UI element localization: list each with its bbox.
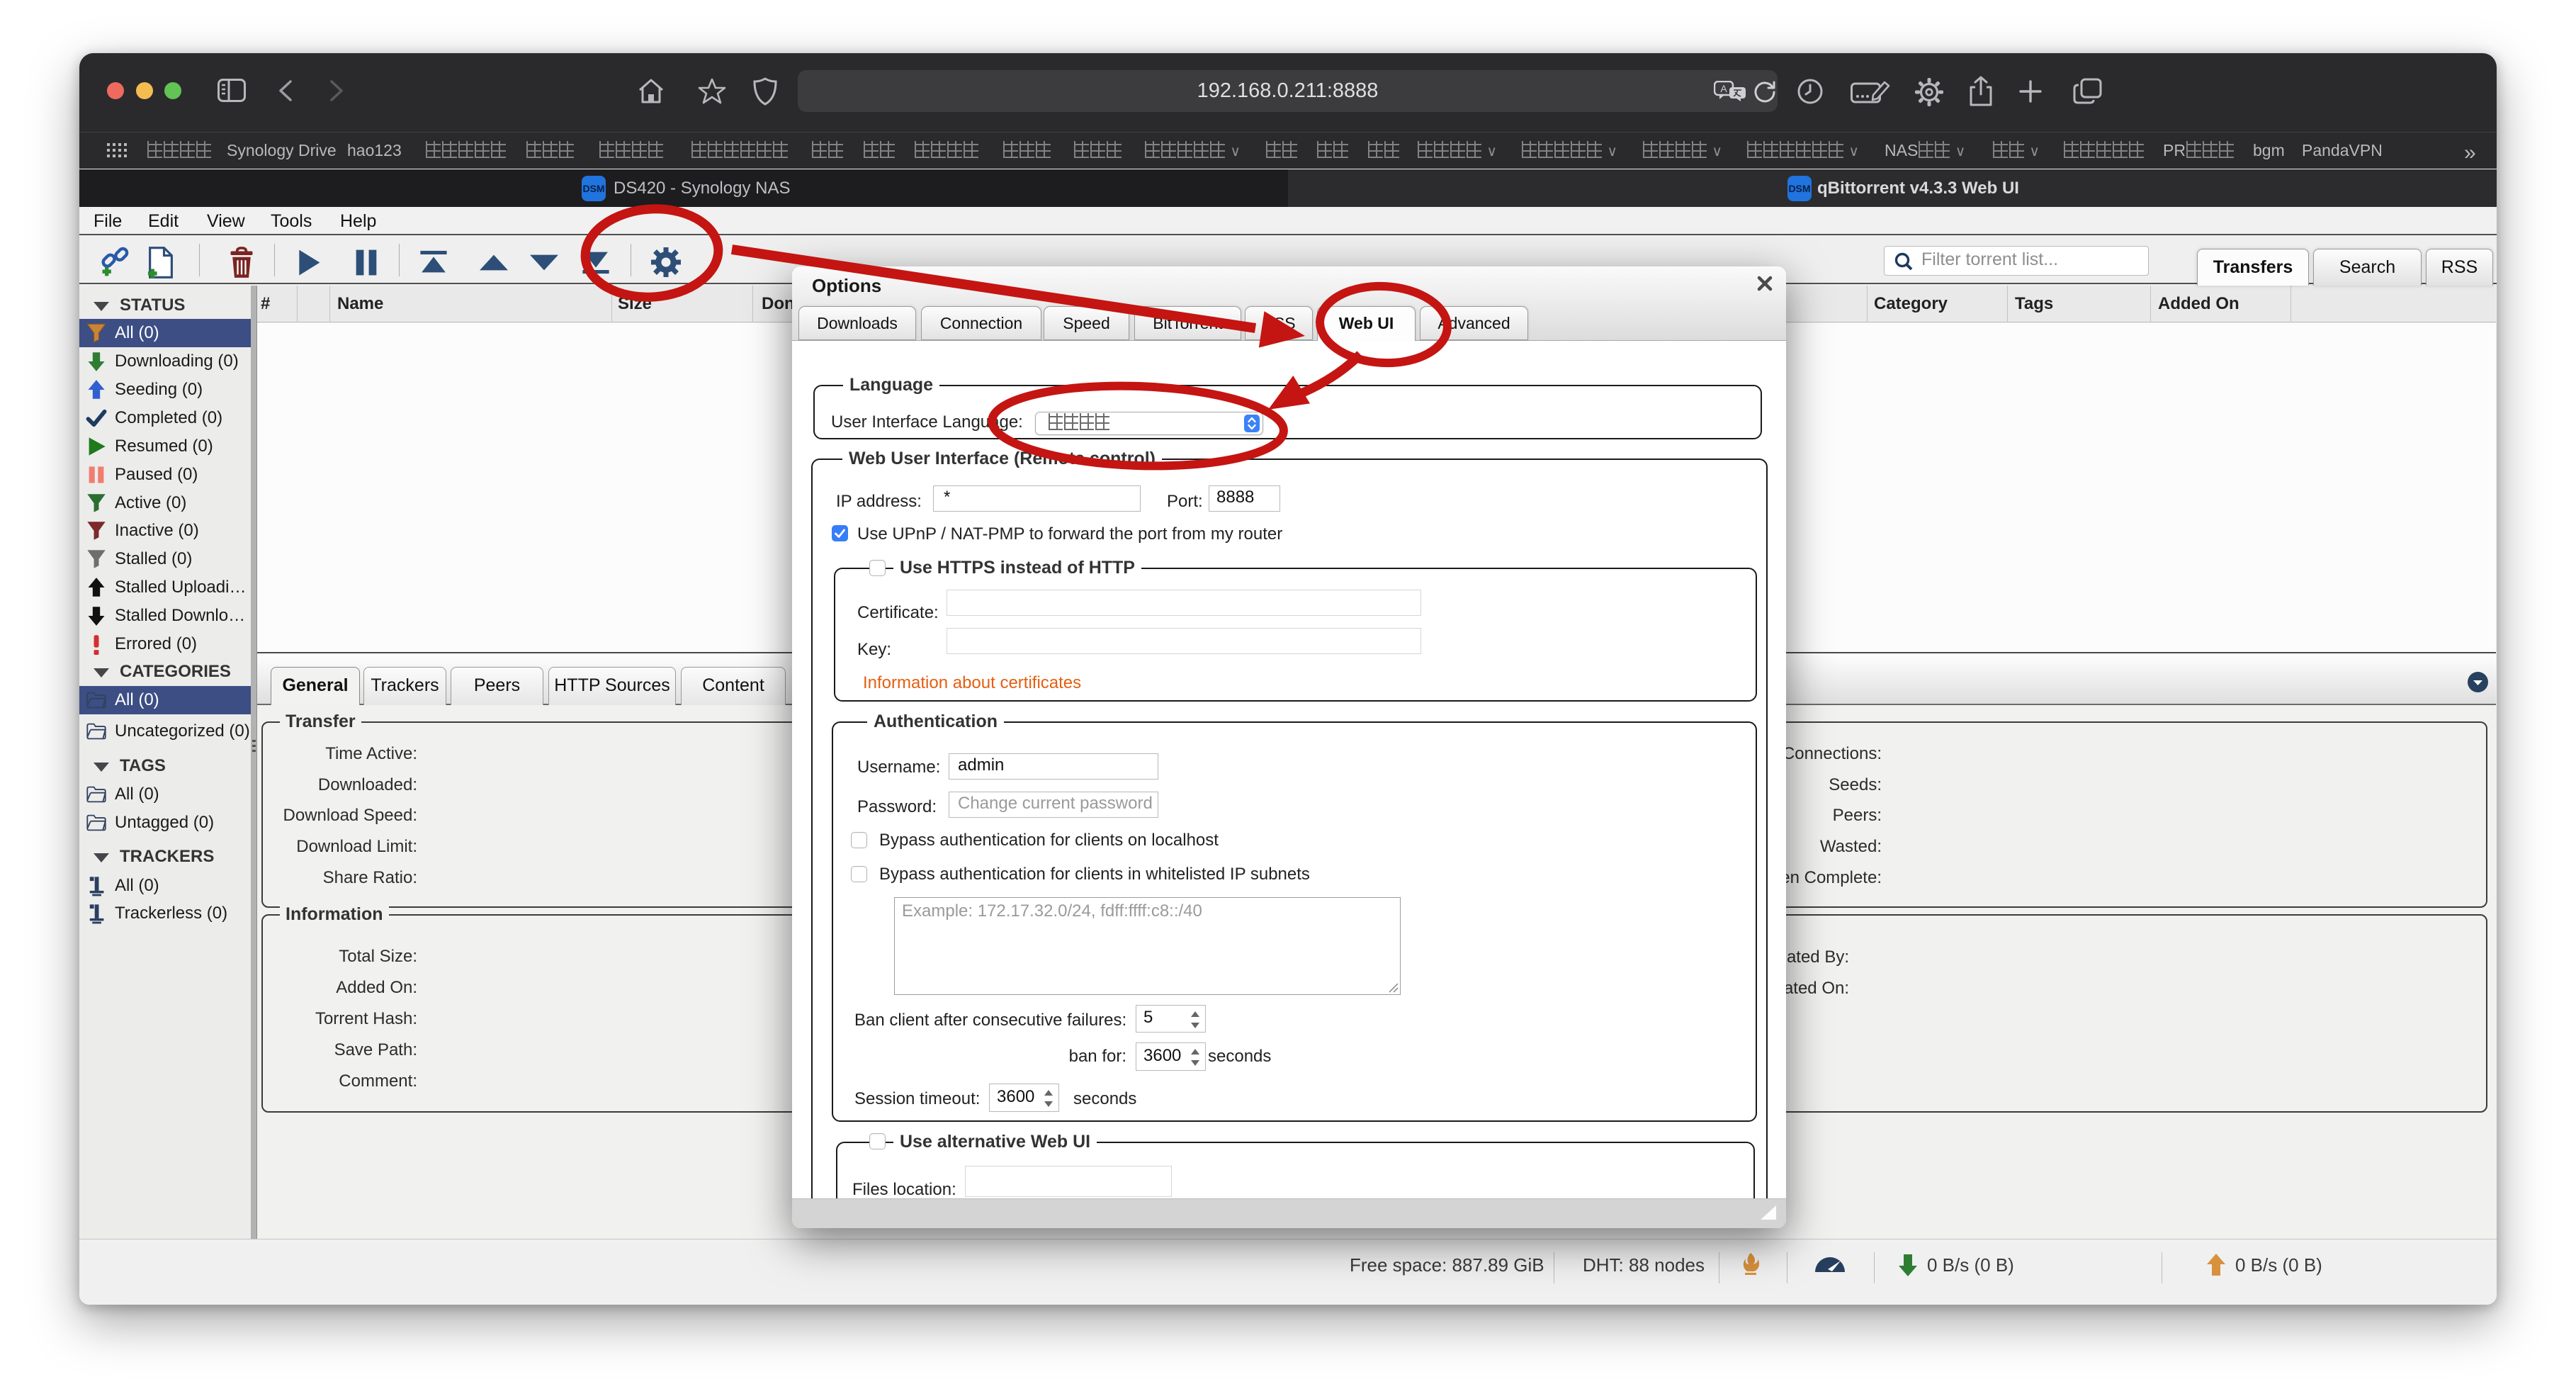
svg-text:A: A [1720, 83, 1727, 94]
